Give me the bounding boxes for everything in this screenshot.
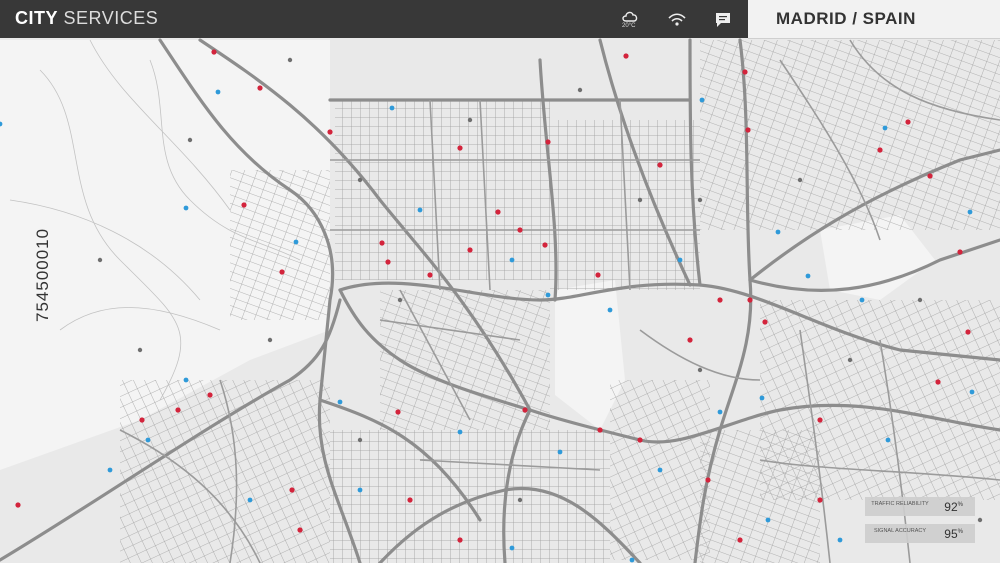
message-icon[interactable] [712,9,734,31]
vertical-code-label: 754500010 [33,227,52,322]
metric-value: 95% [944,527,963,541]
metric-number: 92 [944,500,958,514]
metric-unit: % [957,529,963,535]
weather-icon[interactable]: 20°C [620,9,642,31]
metric-number: 95 [944,527,958,541]
wifi-icon[interactable] [666,9,688,31]
metric-value: 92% [944,500,963,514]
city-map[interactable] [0,0,1000,563]
metric-signal-accuracy: Signal Accuracy 95% [865,524,975,543]
weather-temperature: 20°C [622,23,636,29]
metric-traffic-reliability: Traffic Reliability 92% [865,497,975,516]
app-title-bold: CITY [15,8,59,28]
metric-label: Signal Accuracy [873,528,927,534]
app-title-light: SERVICES [63,8,159,28]
top-bar: CITY SERVICES 20°C [0,0,748,38]
metric-label: Traffic Reliability [871,501,929,507]
app-title: CITY SERVICES [15,8,158,29]
metric-unit: % [957,502,963,508]
location-panel: MADRID / SPAIN [748,0,1000,39]
status-icons: 20°C [620,9,734,31]
location-label: MADRID / SPAIN [776,9,916,28]
